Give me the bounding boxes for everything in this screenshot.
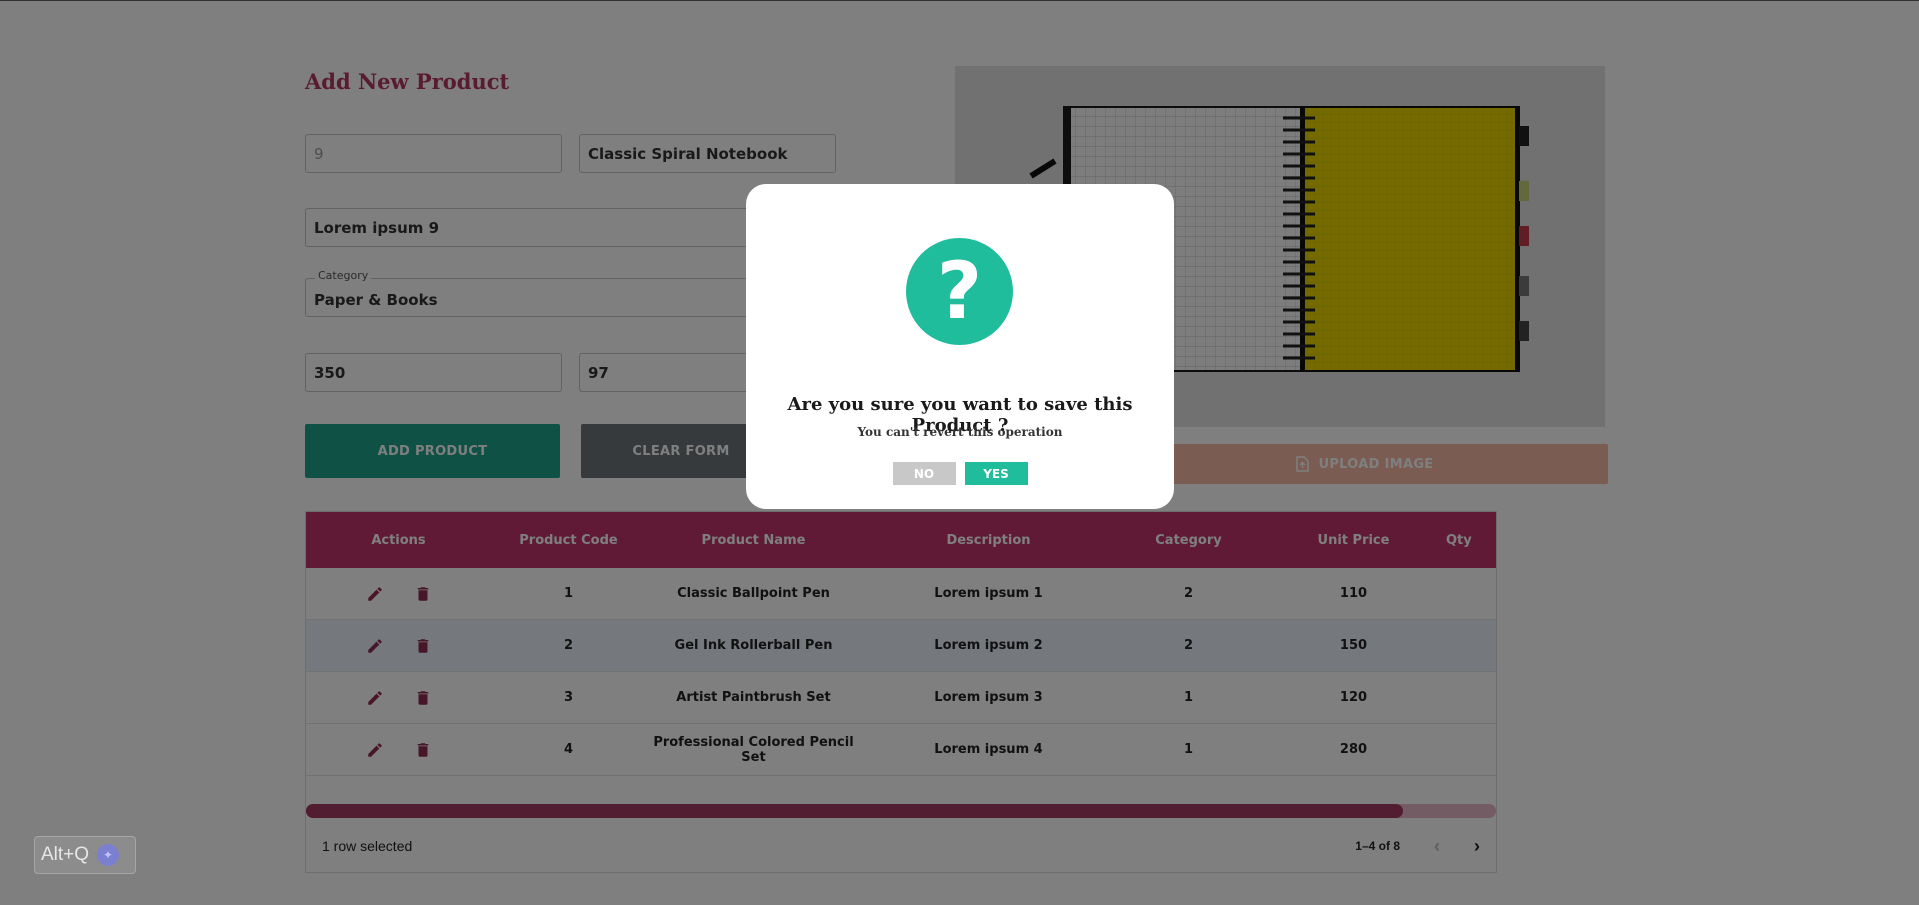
assistant-icon: ✦ [97, 844, 120, 866]
confirm-dialog: ? Are you sure you want to save this Pro… [746, 184, 1174, 509]
yes-button[interactable]: YES [964, 462, 1028, 485]
alt-q-label: Alt+Q [41, 844, 90, 865]
alt-q-badge[interactable]: Alt+Q ✦ [34, 836, 136, 874]
no-button[interactable]: NO [892, 462, 956, 485]
dialog-actions: NO YES [746, 462, 1174, 485]
page: Add New Product 9 Classic Spiral Noteboo… [0, 1, 1919, 905]
question-icon: ? [906, 238, 1013, 345]
dialog-subtitle: You can't revert this operation [857, 425, 1063, 439]
